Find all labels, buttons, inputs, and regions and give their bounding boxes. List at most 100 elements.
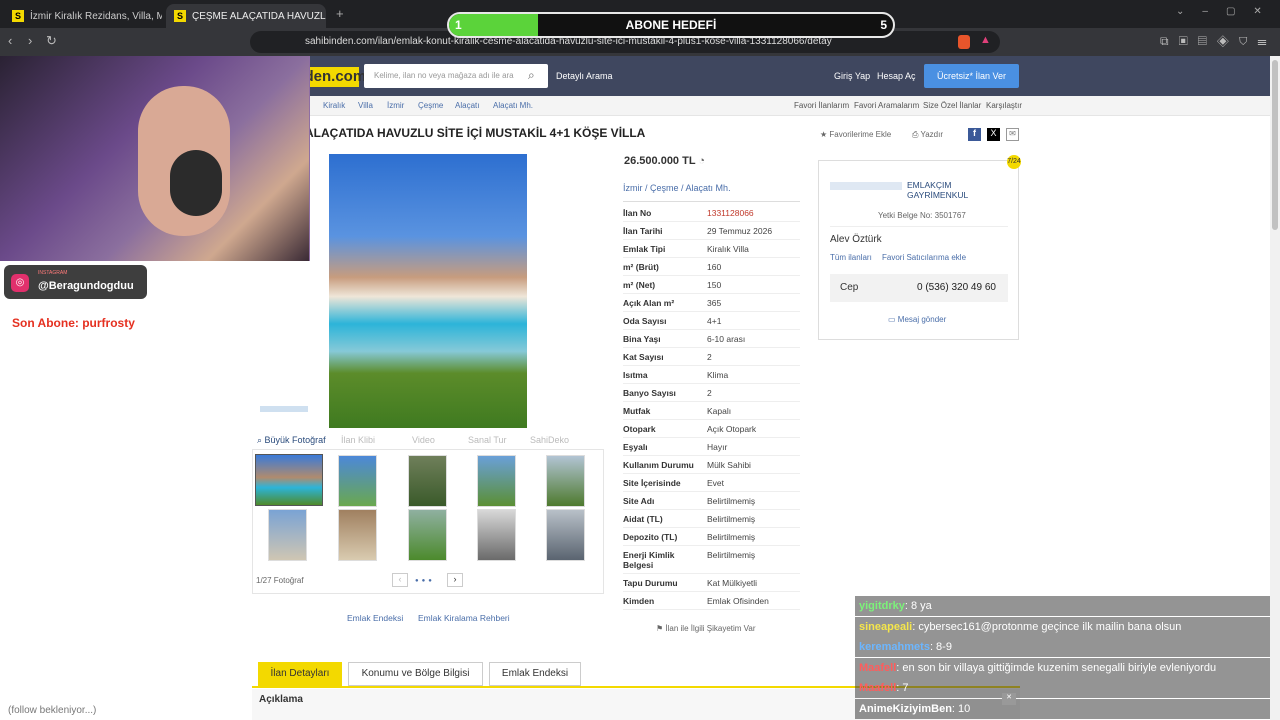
send-message-label: Mesaj gönder: [897, 315, 947, 324]
detail-row: Aidat (TL) Belirtilmemiş: [623, 510, 800, 528]
next-photo-button[interactable]: ›: [447, 573, 463, 587]
all-ads-link[interactable]: Tüm ilanları: [830, 253, 872, 262]
favorite-seller-link[interactable]: Favori Satıcılarıma ekle: [882, 253, 966, 262]
detail-value: Açık Otopark: [707, 424, 757, 434]
chat-message: yigitdrky: 8 ya: [855, 596, 1270, 616]
quick-link[interactable]: Karşılaştır: [986, 101, 1022, 110]
virtual-tour-link[interactable]: Sanal Tur: [468, 435, 507, 445]
thumbnail-6[interactable]: [268, 509, 307, 561]
complaint-link[interactable]: ⚑ İlan ile İlgili Şikayetim Var: [656, 624, 756, 633]
detail-key: Otopark: [623, 424, 656, 434]
post-ad-button[interactable]: Ücretsiz* İlan Ver: [924, 64, 1019, 88]
video-clip-link[interactable]: İlan Klibi: [341, 435, 375, 445]
detail-row: Site İçerisinde Evet: [623, 474, 800, 492]
detail-key: Bina Yaşı: [623, 334, 661, 344]
tab-listing-details[interactable]: İlan Detayları: [258, 662, 342, 686]
thumbnail-3[interactable]: [408, 455, 447, 507]
tab-market-index[interactable]: Emlak Endeksi: [489, 662, 581, 686]
detail-key: Tapu Durumu: [623, 578, 678, 588]
chat-username: yigitdrky: [859, 600, 905, 612]
rewards-icon[interactable]: ▲: [980, 34, 991, 46]
add-favorite-link[interactable]: ★ Favorilerime Ekle: [820, 130, 891, 139]
seller-divider: [830, 226, 1008, 227]
send-message-link[interactable]: ▭ Mesaj gönder: [888, 315, 946, 324]
main-photo[interactable]: [329, 154, 527, 428]
search-input[interactable]: Kelime, ilan no veya mağaza adı ile ara: [364, 64, 548, 88]
chat-text: : 8-9: [929, 641, 952, 653]
quick-link[interactable]: Favori Aramalarım: [854, 101, 919, 110]
detail-key: İlan Tarihi: [623, 226, 663, 236]
tab-current[interactable]: S ÇEŞME ALAÇATIDA HAVUZLU Sİ ✕: [166, 4, 326, 28]
office-logo-small: [260, 406, 308, 412]
listing-location[interactable]: İzmir / Çeşme / Alaçatı Mh.: [623, 183, 731, 193]
detail-key: Depozito (TL): [623, 532, 678, 542]
breadcrumb-item[interactable]: Kiralık: [323, 101, 345, 110]
facebook-share-icon[interactable]: f: [968, 128, 981, 141]
thumbnail-8[interactable]: [408, 509, 447, 561]
prev-photo-button[interactable]: ‹: [392, 573, 408, 587]
rental-guide-link[interactable]: Emlak Kiralama Rehberi: [418, 613, 510, 623]
forward-icon[interactable]: ›: [28, 33, 32, 48]
email-share-icon[interactable]: ✉: [1006, 128, 1019, 141]
sahideko-link[interactable]: SahiDeko: [530, 435, 569, 445]
quick-link[interactable]: Size Özel İlanlar: [923, 101, 981, 110]
thumbnail-4[interactable]: [477, 455, 516, 507]
chat-username: Maafell: [859, 661, 897, 674]
new-tab-icon[interactable]: +: [336, 6, 344, 21]
detailed-search-link[interactable]: Detaylı Arama: [556, 71, 613, 81]
follow-status: (follow bekleniyor...): [8, 705, 97, 716]
detail-value: 1331128066: [707, 208, 754, 218]
chat-username: AnimeKiziyimBen: [859, 702, 952, 715]
subscriber-goal-bar: 1 ABONE HEDEFİ 5: [447, 12, 895, 38]
thumbnail-5[interactable]: [546, 455, 585, 507]
x-share-icon[interactable]: X: [987, 128, 1000, 141]
detail-row: m² (Net) 150: [623, 276, 800, 294]
phone-number[interactable]: 0 (536) 320 49 60: [917, 282, 996, 293]
market-index-link[interactable]: Emlak Endeksi: [347, 613, 403, 623]
detail-row: Banyo Sayısı 2: [623, 384, 800, 402]
detail-value: 29 Temmuz 2026: [707, 226, 773, 236]
breadcrumb-item[interactable]: Çeşme: [418, 101, 443, 110]
location-district: Çeşme: [650, 183, 679, 193]
detail-value: Kapalı: [707, 406, 732, 416]
reload-icon[interactable]: ↻: [46, 33, 57, 49]
detail-row: Kat Sayısı 2: [623, 348, 800, 366]
description-title: Açıklama: [259, 694, 303, 705]
register-link[interactable]: Hesap Aç: [877, 71, 916, 81]
back-icon[interactable]: ‹: [8, 33, 12, 48]
print-link[interactable]: ⎙ Yazdır: [912, 130, 943, 140]
print-label: Yazdır: [920, 130, 944, 139]
extension-icons[interactable]: ⧉▣▤◈⛉☰: [1160, 34, 1276, 49]
chat-text: : 10: [951, 702, 971, 715]
chat-message: AnimeKiziyimBen: 10: [855, 698, 1270, 719]
video-link[interactable]: Video: [412, 435, 435, 445]
tab-location[interactable]: Konumu ve Bölge Bilgisi: [348, 662, 483, 686]
search-icon[interactable]: ⌕: [528, 68, 535, 83]
detail-key: Aidat (TL): [623, 514, 663, 524]
complaint-label: İlan ile İlgili Şikayetim Var: [665, 624, 756, 633]
chat-message: Maafell: 7: [855, 678, 1270, 698]
detail-value: Belirtilmemiş: [707, 514, 756, 524]
breadcrumb-item[interactable]: İzmir: [387, 101, 404, 110]
video-label: Video: [412, 435, 435, 445]
thumbnail-9[interactable]: [477, 509, 516, 561]
thumbnail-10[interactable]: [546, 509, 585, 561]
breadcrumb-item[interactable]: Alaçatı Mh.: [493, 101, 533, 110]
office-name[interactable]: EMLAKÇIM GAYRİMENKUL: [907, 180, 987, 200]
login-link[interactable]: Giriş Yap: [834, 71, 870, 81]
chat-close-icon[interactable]: ✕: [1002, 693, 1016, 705]
thumbnail-2[interactable]: [338, 455, 377, 507]
breadcrumb-item[interactable]: Alaçatı: [455, 101, 479, 110]
detail-row: Enerji Kimlik Belgesi Belirtilmemiş: [623, 546, 800, 574]
brave-shield-icon[interactable]: [958, 35, 970, 49]
window-controls[interactable]: ⌄–▢✕: [1176, 6, 1280, 17]
price-history-icon[interactable]: ◔: [698, 155, 705, 167]
detail-value: 6-10 arası: [707, 334, 746, 344]
large-photo-link[interactable]: ⌕ Büyük Fotoğraf: [257, 435, 326, 446]
quick-link[interactable]: Favori İlanlarım: [794, 101, 849, 110]
breadcrumb-item[interactable]: Villa: [358, 101, 373, 110]
thumbnail-1[interactable]: [255, 454, 323, 506]
thumbnail-7[interactable]: [338, 509, 377, 561]
tab-listings[interactable]: S İzmir Kiralık Rezidans, Villa, Müstaki…: [4, 4, 162, 28]
scrollbar-thumb[interactable]: [1272, 60, 1278, 230]
